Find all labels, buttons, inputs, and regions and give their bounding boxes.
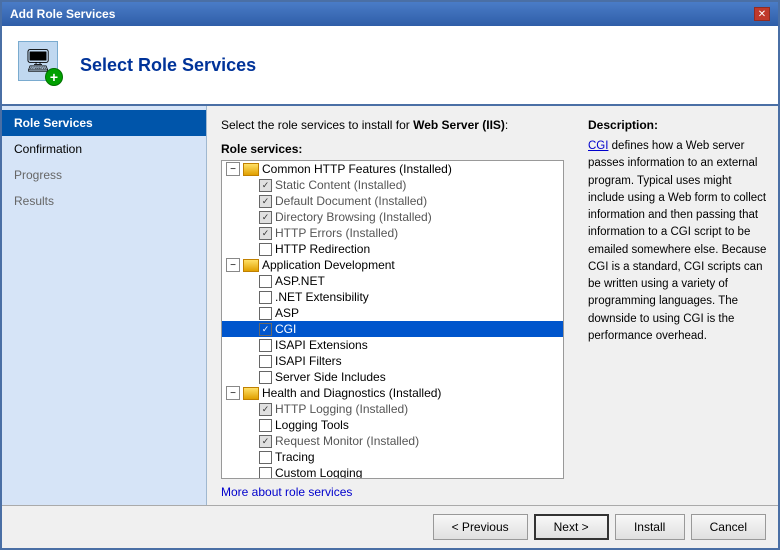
tree-checkbox[interactable]: ✓ (259, 227, 272, 240)
sidebar-item-confirmation[interactable]: Confirmation (2, 136, 206, 162)
tree-item-label: HTTP Redirection (275, 242, 370, 256)
tree-item[interactable]: HTTP Redirection (222, 241, 563, 257)
tree-checkbox[interactable] (259, 243, 272, 256)
tree-item-label: Application Development (262, 258, 395, 272)
tree-item[interactable]: ISAPI Extensions (222, 337, 563, 353)
tree-item[interactable]: ✓HTTP Logging (Installed) (222, 401, 563, 417)
tree-container[interactable]: −Common HTTP Features (Installed)✓Static… (221, 160, 564, 479)
tree-item-label: CGI (275, 322, 296, 336)
tree-item[interactable]: ✓Directory Browsing (Installed) (222, 209, 563, 225)
tree-checkbox[interactable]: ✓ (259, 195, 272, 208)
sidebar-item-results[interactable]: Results (2, 188, 206, 214)
header-title: Select Role Services (80, 55, 256, 76)
tree-item-label: Health and Diagnostics (Installed) (262, 386, 441, 400)
tree-checkbox[interactable]: ✓ (259, 323, 272, 336)
description-text: CGI defines how a Web server passes info… (588, 138, 768, 345)
description-body: defines how a Web server passes informat… (588, 140, 766, 342)
tree-item[interactable]: Custom Logging (222, 465, 563, 479)
tree-checkbox[interactable]: ✓ (259, 435, 272, 448)
server-icon-bg: 🖥 + (18, 41, 58, 81)
install-button[interactable]: Install (615, 514, 685, 540)
title-bar: Add Role Services ✕ (2, 2, 778, 26)
header: 🖥 + Select Role Services (2, 26, 778, 106)
close-button[interactable]: ✕ (754, 7, 770, 21)
tree-item-label: Request Monitor (Installed) (275, 434, 419, 448)
tree-toggle[interactable]: − (226, 258, 240, 272)
tree-checkbox[interactable] (259, 419, 272, 432)
tree-item[interactable]: − Application Development (222, 257, 563, 273)
tree-checkbox[interactable]: ✓ (259, 179, 272, 192)
tree-checkbox[interactable] (259, 275, 272, 288)
window: Add Role Services ✕ 🖥 + Select Role Serv… (0, 0, 780, 550)
header-icon: 🖥 + (18, 41, 66, 89)
tree-checkbox[interactable] (259, 467, 272, 480)
plus-badge: + (45, 68, 63, 86)
tree-item-label: Directory Browsing (Installed) (275, 210, 432, 224)
more-link[interactable]: More about role services (221, 485, 564, 499)
tree-item-label: .NET Extensibility (275, 290, 369, 304)
content-area: Select the role services to install for … (207, 106, 578, 505)
tree-checkbox[interactable] (259, 355, 272, 368)
tree-item[interactable]: ✓Static Content (Installed) (222, 177, 563, 193)
main-content: Role ServicesConfirmationProgressResults… (2, 106, 778, 505)
tree-item-label: Logging Tools (275, 418, 349, 432)
tree-item[interactable]: − Common HTTP Features (Installed) (222, 161, 563, 177)
tree-checkbox[interactable] (259, 371, 272, 384)
tree-item-label: ASP (275, 306, 299, 320)
tree-checkbox[interactable] (259, 451, 272, 464)
tree-item-label: Static Content (Installed) (275, 178, 406, 192)
tree-item-label: HTTP Errors (Installed) (275, 226, 398, 240)
tree-toggle[interactable]: − (226, 162, 240, 176)
cancel-button[interactable]: Cancel (691, 514, 766, 540)
cgi-link[interactable]: CGI (588, 140, 608, 152)
content-right: Select the role services to install for … (207, 106, 778, 505)
sidebar-item-role-services[interactable]: Role Services (2, 110, 206, 136)
tree-item-label: Tracing (275, 450, 315, 464)
tree-item[interactable]: .NET Extensibility (222, 289, 563, 305)
description-panel: Description: CGI defines how a Web serve… (578, 106, 778, 505)
folder-icon (243, 259, 259, 272)
tree-item-label: Default Document (Installed) (275, 194, 427, 208)
previous-button[interactable]: < Previous (433, 514, 528, 540)
description-label: Description: (588, 118, 768, 132)
window-title: Add Role Services (10, 7, 115, 21)
tree-item[interactable]: Logging Tools (222, 417, 563, 433)
next-button[interactable]: Next > (534, 514, 609, 540)
tree-item[interactable]: − Health and Diagnostics (Installed) (222, 385, 563, 401)
tree-item[interactable]: ✓CGI (222, 321, 563, 337)
tree-item[interactable]: Tracing (222, 449, 563, 465)
tree-item[interactable]: ✓Request Monitor (Installed) (222, 433, 563, 449)
tree-checkbox[interactable] (259, 291, 272, 304)
sidebar-item-progress[interactable]: Progress (2, 162, 206, 188)
tree-checkbox[interactable] (259, 307, 272, 320)
folder-icon (243, 387, 259, 400)
tree-item-label: ISAPI Filters (275, 354, 342, 368)
tree-checkbox[interactable] (259, 339, 272, 352)
tree-item-label: Custom Logging (275, 466, 362, 479)
tree-item[interactable]: ✓HTTP Errors (Installed) (222, 225, 563, 241)
tree-item[interactable]: ASP (222, 305, 563, 321)
instruction-text: Select the role services to install for … (221, 118, 564, 132)
tree-item[interactable]: Server Side Includes (222, 369, 563, 385)
tree-item[interactable]: ISAPI Filters (222, 353, 563, 369)
tree-toggle[interactable]: − (226, 386, 240, 400)
tree-item[interactable]: ✓Default Document (Installed) (222, 193, 563, 209)
sidebar: Role ServicesConfirmationProgressResults (2, 106, 207, 505)
tree-item-label: Server Side Includes (275, 370, 386, 384)
tree-item-label: ISAPI Extensions (275, 338, 368, 352)
tree-checkbox[interactable]: ✓ (259, 211, 272, 224)
tree-item-label: ASP.NET (275, 274, 325, 288)
folder-icon (243, 163, 259, 176)
tree-item[interactable]: ASP.NET (222, 273, 563, 289)
footer: < Previous Next > Install Cancel (2, 505, 778, 548)
tree-item-label: HTTP Logging (Installed) (275, 402, 408, 416)
tree-item-label: Common HTTP Features (Installed) (262, 162, 452, 176)
role-services-label: Role services: (221, 142, 564, 156)
tree-checkbox[interactable]: ✓ (259, 403, 272, 416)
